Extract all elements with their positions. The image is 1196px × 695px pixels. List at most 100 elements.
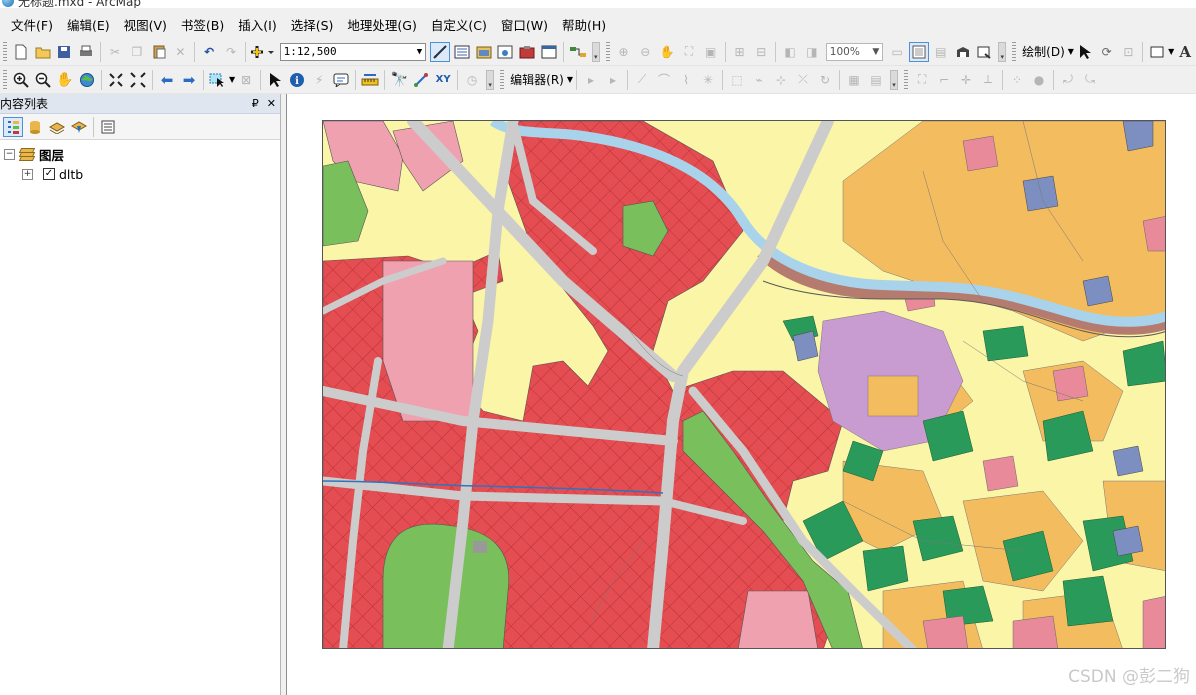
focus-data-frame-icon[interactable] [909, 41, 929, 62]
expand-icon[interactable]: + [22, 168, 33, 180]
zoom-to-selected-icon[interactable]: ⊡ [1119, 42, 1139, 62]
list-by-drawing-order-icon[interactable] [3, 116, 23, 137]
trace-icon[interactable]: ⌇ [676, 70, 696, 90]
go-to-xy-icon[interactable]: XY [433, 70, 453, 90]
editor-toolbar-icon[interactable] [430, 41, 450, 62]
redo-icon[interactable]: ↷ [221, 42, 241, 62]
toc-options-icon[interactable] [98, 117, 118, 137]
cut-polygons-icon[interactable]: ⊹ [771, 70, 791, 90]
time-slider-icon[interactable]: ◷ [462, 70, 482, 90]
toolbar-grip[interactable] [500, 69, 505, 90]
edit-vertices-icon[interactable]: ⬚ [727, 70, 747, 90]
menu-selection[interactable]: 选择(S) [284, 15, 341, 37]
fixed-zoom-in-icon[interactable]: ⊞ [730, 42, 750, 62]
snapping-point-icon[interactable]: ⛶ [912, 70, 932, 90]
layer-visibility-checkbox[interactable]: ✓ [43, 168, 55, 180]
layer-row-dltb[interactable]: + ✓ dltb [4, 164, 280, 184]
menu-help[interactable]: 帮助(H) [555, 15, 613, 37]
model-builder-icon[interactable] [568, 42, 588, 62]
rotate-icon[interactable]: ⟳ [1097, 42, 1117, 62]
pin-icon[interactable]: ₽ [252, 97, 259, 110]
toggle-draft-mode-icon[interactable]: ▭ [887, 42, 907, 62]
fixed-zoom-out-map-icon[interactable] [128, 70, 148, 90]
split-tool-icon[interactable]: ⤫ [793, 70, 813, 90]
snapping-end-icon[interactable]: ⌐ [934, 70, 954, 90]
find-icon[interactable]: 🔭 [389, 70, 409, 90]
toolbar-grip[interactable] [3, 69, 7, 90]
catalog-window-icon[interactable] [474, 42, 494, 62]
zoom-out-icon[interactable] [33, 70, 53, 90]
measure-icon[interactable] [360, 70, 380, 90]
open-folder-icon[interactable] [33, 42, 53, 62]
snapping-vertex-icon[interactable]: ✛ [956, 70, 976, 90]
toolbar-grip[interactable] [1012, 41, 1017, 62]
menu-geoprocessing[interactable]: 地理处理(G) [340, 15, 423, 37]
menu-file[interactable]: 文件(F) [4, 15, 60, 37]
layout-pan-icon[interactable]: ✋ [657, 42, 677, 62]
globe-tool-icon[interactable]: ● [1029, 70, 1049, 90]
toolbar-grip[interactable] [3, 41, 7, 62]
undo-icon[interactable]: ↶ [199, 42, 219, 62]
menu-bookmarks[interactable]: 书签(B) [174, 15, 231, 37]
edit-tool-icon[interactable]: ▸ [581, 70, 601, 90]
straight-segment-icon[interactable]: ⟋ [632, 70, 652, 90]
zoom-whole-page-icon[interactable]: ⛶ [679, 42, 699, 62]
list-by-source-icon[interactable] [25, 117, 45, 137]
menu-edit[interactable]: 编辑(E) [60, 15, 117, 37]
attributes-icon[interactable]: ▦ [844, 70, 864, 90]
toolbar-overflow-icon[interactable]: ▾ [591, 41, 600, 62]
change-layout-icon[interactable]: ▤ [931, 42, 951, 62]
edit-annotation-icon[interactable]: ▸ [603, 70, 623, 90]
new-document-icon[interactable] [11, 42, 31, 62]
point-icon[interactable]: ✳ [698, 70, 718, 90]
collapse-icon[interactable]: − [4, 148, 15, 160]
select-features-icon[interactable] [208, 70, 228, 90]
layout-zoom-combobox[interactable]: 100% ▼ [825, 42, 884, 61]
list-by-selection-icon[interactable] [69, 117, 89, 137]
rotate-tool-icon[interactable]: ↻ [815, 70, 835, 90]
list-by-visibility-icon[interactable] [47, 117, 67, 137]
draw-menu-button[interactable]: 绘制(D) [1019, 43, 1068, 60]
select-elements-arrow-icon[interactable] [265, 70, 285, 90]
zoom-in-icon[interactable] [11, 70, 31, 90]
layout-zoom-in-icon[interactable]: ⊕ [614, 42, 634, 62]
previous-extent-icon[interactable]: ◧ [780, 42, 800, 62]
rectangle-icon[interactable] [1147, 42, 1167, 62]
identify-icon[interactable]: i [287, 70, 307, 90]
search-window-icon[interactable] [496, 42, 516, 62]
reshape-feature-icon[interactable]: ⌁ [749, 70, 769, 90]
clear-selection-icon[interactable]: ⊠ [236, 70, 256, 90]
sketch-properties-icon[interactable]: ▤ [866, 70, 886, 90]
add-data-icon[interactable] [250, 42, 276, 62]
table-of-contents-icon[interactable] [452, 42, 472, 62]
map-display-area[interactable] [286, 94, 1196, 695]
cut-icon[interactable]: ✂ [105, 42, 125, 62]
save-icon[interactable] [55, 42, 75, 62]
go-back-extent-icon[interactable]: ⬅ [157, 70, 177, 90]
delete-icon[interactable]: ✕ [171, 42, 191, 62]
data-driven-pages-icon[interactable] [953, 42, 973, 62]
menu-windows[interactable]: 窗口(W) [494, 15, 555, 37]
hyperlink-icon[interactable]: ⚡ [309, 70, 329, 90]
editor-menu-button[interactable]: 编辑器(R) [507, 71, 567, 88]
menu-view[interactable]: 视图(V) [117, 15, 174, 37]
spatial-adjust-icon[interactable]: ⁘ [1007, 70, 1027, 90]
georef-rotate-icon[interactable]: ⤾ [1058, 70, 1078, 90]
snapping-edge-icon[interactable]: ⟂ [978, 70, 998, 90]
html-popup-icon[interactable] [331, 70, 351, 90]
layout-zoom-out-icon[interactable]: ⊖ [635, 42, 655, 62]
fixed-zoom-in-map-icon[interactable] [106, 70, 126, 90]
georef-shift-icon[interactable]: ⤿ [1080, 70, 1100, 90]
new-text-icon[interactable]: A [1175, 42, 1195, 62]
map-data-frame[interactable] [322, 120, 1166, 649]
export-map-icon[interactable] [974, 42, 994, 62]
menu-customize[interactable]: 自定义(C) [424, 15, 494, 37]
fixed-zoom-out-icon[interactable]: ⊟ [751, 42, 771, 62]
find-route-icon[interactable] [411, 70, 431, 90]
toolbar-grip[interactable] [605, 41, 610, 62]
next-extent-icon[interactable]: ◨ [802, 42, 822, 62]
end-point-arc-icon[interactable]: ⌒ [654, 70, 674, 90]
arctoolbox-icon[interactable] [517, 42, 537, 62]
zoom-100-percent-icon[interactable]: ▣ [701, 42, 721, 62]
map-scale-combobox[interactable]: 1:12,500 ▼ [279, 42, 427, 61]
